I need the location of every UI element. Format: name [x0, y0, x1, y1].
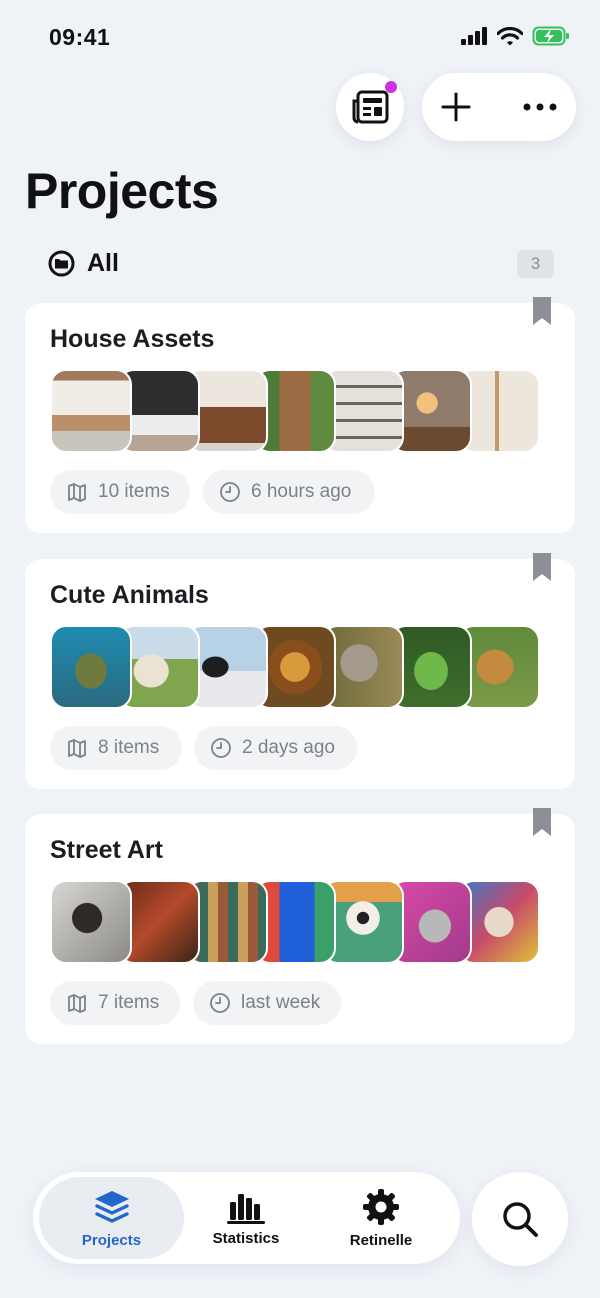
- updated-chip: 6 hours ago: [203, 470, 375, 514]
- clock-icon: [211, 738, 231, 758]
- actions-pill: [422, 73, 576, 141]
- bookmark-icon[interactable]: [533, 553, 551, 581]
- more-icon: [523, 103, 557, 111]
- add-button[interactable]: [436, 87, 476, 127]
- thumbnail-strip: [50, 369, 540, 453]
- item-count-chip: 8 items: [50, 726, 182, 770]
- plus-icon: [441, 92, 471, 122]
- tab-bar: Projects Statistics Retinelle: [33, 1172, 460, 1264]
- tab-label: Retinelle: [349, 1231, 413, 1249]
- updated-chip: 2 days ago: [194, 726, 357, 770]
- folder-icon: [48, 250, 75, 277]
- project-card-house-assets[interactable]: House Assets 10 items 6 hours ago: [25, 297, 575, 533]
- project-title: Cute Animals: [50, 581, 209, 609]
- clock-icon: [210, 993, 230, 1013]
- item-count: 7 items: [98, 992, 160, 1013]
- tab-projects[interactable]: Projects: [39, 1177, 184, 1259]
- project-title: Street Art: [50, 836, 163, 864]
- stack-icon: [68, 739, 86, 758]
- more-button[interactable]: [518, 87, 562, 127]
- status-icons: [461, 26, 570, 46]
- updated-chip: last week: [193, 981, 341, 1025]
- page-title: Projects: [25, 163, 219, 219]
- item-count-chip: 10 items: [50, 470, 190, 514]
- news-button[interactable]: [336, 73, 404, 141]
- notification-dot: [385, 81, 397, 93]
- cellular-signal-icon: [461, 27, 487, 45]
- wifi-icon: [497, 26, 523, 45]
- bar-chart-icon: [227, 1193, 265, 1224]
- filter-label: All: [87, 249, 119, 277]
- bookmark-icon[interactable]: [533, 297, 551, 325]
- updated-time: 2 days ago: [242, 737, 335, 758]
- project-card-cute-animals[interactable]: Cute Animals 8 items 2 days ago: [25, 553, 575, 789]
- bookmark-icon[interactable]: [533, 808, 551, 836]
- newspaper-icon: [352, 90, 389, 124]
- filter-all[interactable]: All: [48, 249, 119, 278]
- battery-charging-icon: [532, 26, 569, 46]
- search-icon: [503, 1202, 538, 1237]
- gear-icon: [363, 1188, 399, 1225]
- item-count: 10 items: [98, 481, 170, 502]
- thumbnail-strip: [50, 625, 540, 709]
- thumbnail-turtle[interactable]: [50, 625, 132, 709]
- project-title: House Assets: [50, 325, 215, 353]
- search-button[interactable]: [472, 1172, 568, 1266]
- thumbnail-strip: [50, 880, 540, 964]
- updated-time: last week: [241, 992, 321, 1013]
- thumbnail-mural-face[interactable]: [50, 880, 132, 964]
- tab-statistics[interactable]: Statistics: [196, 1177, 296, 1259]
- tab-label: Projects: [81, 1231, 142, 1249]
- thumbnail-dining-room[interactable]: [50, 369, 132, 453]
- stack-icon: [68, 483, 86, 502]
- layers-icon: [94, 1190, 129, 1223]
- stack-icon: [68, 994, 86, 1013]
- tab-retinelle[interactable]: Retinelle: [329, 1177, 433, 1259]
- status-time: 09:41: [49, 24, 111, 50]
- updated-time: 6 hours ago: [251, 481, 352, 502]
- item-count-chip: 7 items: [50, 981, 180, 1025]
- tab-label: Statistics: [212, 1229, 280, 1247]
- status-bar: 09:41: [0, 0, 600, 70]
- clock-icon: [220, 482, 240, 502]
- item-count: 8 items: [98, 737, 160, 758]
- project-card-street-art[interactable]: Street Art 7 items last week: [25, 808, 575, 1044]
- project-count-badge: 3: [517, 250, 554, 278]
